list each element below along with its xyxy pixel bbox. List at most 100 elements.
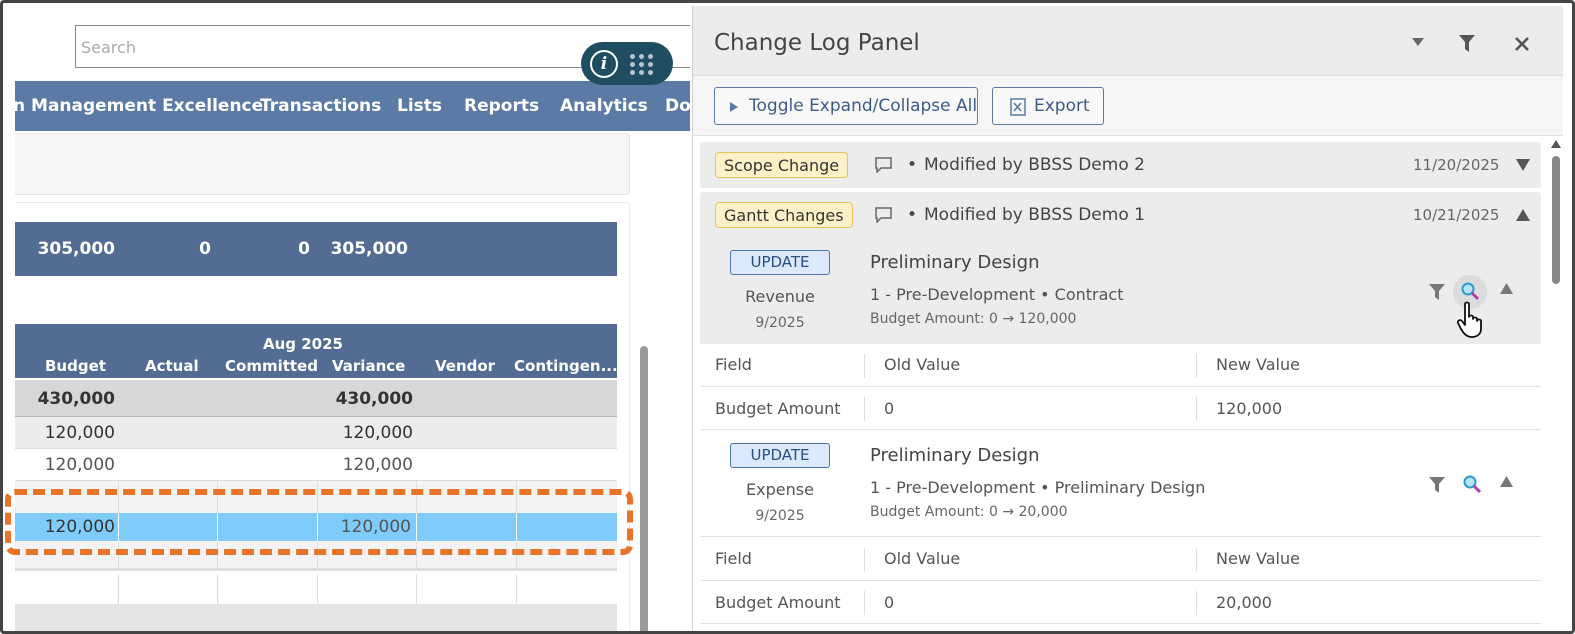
filter-icon[interactable] bbox=[1459, 35, 1475, 52]
highlight-annotation bbox=[5, 489, 633, 555]
nav-item-transactions[interactable]: Transactions bbox=[260, 96, 381, 116]
total-budget: 305,000 bbox=[37, 239, 115, 259]
detail-new-value: 120,000 bbox=[1216, 399, 1283, 418]
update-entry[interactable]: UPDATE Revenue 9/2025 Preliminary Design… bbox=[700, 238, 1541, 344]
collapse-up-icon[interactable] bbox=[1500, 476, 1513, 487]
update-type: Expense bbox=[746, 480, 814, 499]
grid-row-empty bbox=[15, 574, 617, 604]
panel-toolbar: Toggle Expand/Collapse All Export bbox=[693, 76, 1563, 136]
toggle-label: Toggle Expand/Collapse All bbox=[749, 96, 978, 116]
col-budget[interactable]: Budget bbox=[45, 357, 106, 375]
update-subtitle: 1 - Pre-Development • Preliminary Design bbox=[870, 478, 1206, 497]
info-icon[interactable]: i bbox=[590, 50, 618, 78]
tag-badge: Gantt Changes bbox=[715, 202, 853, 228]
detail-new-value: 20,000 bbox=[1216, 593, 1272, 612]
cell-variance: 120,000 bbox=[342, 455, 413, 475]
group-date: 11/20/2025 bbox=[1413, 156, 1500, 174]
nav-item-reports[interactable]: Reports bbox=[464, 96, 539, 116]
update-type: Revenue bbox=[745, 287, 815, 306]
update-period: 9/2025 bbox=[755, 315, 805, 331]
cell-variance: 120,000 bbox=[342, 423, 413, 443]
total-committed: 0 bbox=[298, 239, 310, 259]
detail-old-value: 0 bbox=[884, 593, 895, 612]
detail-field-header: Field bbox=[715, 549, 752, 568]
totals-bar: 305,000 0 0 305,000 bbox=[15, 222, 617, 276]
floating-toolbar: i bbox=[581, 42, 673, 85]
collapse-up-icon[interactable] bbox=[1516, 209, 1530, 221]
group-date: 10/21/2025 bbox=[1413, 206, 1500, 224]
play-icon bbox=[730, 102, 738, 112]
table-row[interactable]: 120,000 120,000 bbox=[15, 417, 617, 449]
detail-field: Budget Amount bbox=[715, 399, 841, 418]
detail-header-row: Field Old Value New Value bbox=[700, 344, 1541, 387]
top-nav: n Management Excellence Transactions Lis… bbox=[15, 81, 690, 131]
detail-row: Budget Amount 0 120,000 bbox=[700, 387, 1541, 430]
col-committed[interactable]: Committed bbox=[225, 357, 318, 375]
nav-item-analytics[interactable]: Analytics bbox=[560, 96, 648, 116]
nav-item-management-excellence[interactable]: n Management Excellence bbox=[15, 96, 263, 116]
magnify-icon[interactable] bbox=[1463, 475, 1482, 494]
export-button[interactable]: Export bbox=[992, 87, 1104, 125]
panel-title: Change Log Panel bbox=[714, 30, 920, 56]
grid-row-empty bbox=[15, 604, 617, 631]
nav-item-documents[interactable]: Doc bbox=[665, 96, 690, 116]
log-group-scope-change[interactable]: Scope Change • Modified by BBSS Demo 2 1… bbox=[700, 142, 1541, 188]
detail-old-header: Old Value bbox=[884, 355, 961, 374]
collapse-up-icon[interactable] bbox=[1500, 283, 1513, 294]
close-icon[interactable] bbox=[1515, 37, 1529, 51]
toggle-expand-collapse-button[interactable]: Toggle Expand/Collapse All bbox=[714, 87, 978, 125]
hand-cursor-icon bbox=[1456, 301, 1482, 338]
period-header: Aug 2025 bbox=[263, 335, 343, 353]
update-period: 9/2025 bbox=[755, 508, 805, 524]
cell-budget: 120,000 bbox=[44, 455, 115, 475]
chevron-down-icon[interactable] bbox=[1412, 38, 1424, 46]
filter-icon[interactable] bbox=[1429, 477, 1445, 493]
update-title: Preliminary Design bbox=[870, 252, 1040, 273]
comment-icon[interactable] bbox=[875, 157, 892, 173]
update-entry[interactable]: UPDATE Expense 9/2025 Preliminary Design… bbox=[700, 431, 1541, 537]
update-title: Preliminary Design bbox=[870, 445, 1040, 466]
total-actual: 0 bbox=[199, 239, 211, 259]
left-scrollbar[interactable] bbox=[640, 346, 648, 631]
panel-header: Change Log Panel bbox=[693, 6, 1563, 76]
screen-frame: Search n Management Excellence Transacti… bbox=[0, 0, 1575, 634]
nav-item-lists[interactable]: Lists bbox=[397, 96, 442, 116]
export-label: Export bbox=[1034, 96, 1090, 116]
table-header: Aug 2025 Budget Actual Committed Varianc… bbox=[15, 324, 618, 378]
panel-scrollbar[interactable] bbox=[1552, 156, 1560, 284]
detail-field: Budget Amount bbox=[715, 593, 841, 612]
comment-icon[interactable] bbox=[875, 207, 892, 223]
cell-budget: 430,000 bbox=[37, 389, 115, 409]
update-change-summary: Budget Amount: 0 → 20,000 bbox=[870, 504, 1068, 520]
tag-badge: Scope Change bbox=[715, 152, 849, 178]
col-vendor[interactable]: Vendor bbox=[435, 357, 495, 375]
log-group-gantt-changes[interactable]: Gantt Changes • Modified by BBSS Demo 1 … bbox=[700, 192, 1541, 238]
table-row[interactable]: 430,000 430,000 bbox=[15, 380, 617, 417]
filter-icon[interactable] bbox=[1429, 284, 1445, 300]
detail-header-row: Field Old Value New Value bbox=[700, 538, 1541, 581]
modified-by-text: Modified by BBSS Demo 1 bbox=[924, 205, 1145, 225]
col-contingency[interactable]: Contingen... bbox=[514, 357, 618, 375]
magnify-icon[interactable] bbox=[1461, 282, 1480, 301]
col-variance[interactable]: Variance bbox=[332, 357, 405, 375]
table-row[interactable]: 120,000 120,000 bbox=[15, 449, 617, 481]
scroll-up-arrow-icon[interactable] bbox=[1551, 140, 1561, 148]
cell-budget: 120,000 bbox=[44, 423, 115, 443]
col-actual[interactable]: Actual bbox=[145, 357, 199, 375]
detail-old-value: 0 bbox=[884, 399, 895, 418]
detail-field-header: Field bbox=[715, 355, 752, 374]
detail-old-header: Old Value bbox=[884, 549, 961, 568]
update-change-summary: Budget Amount: 0 → 120,000 bbox=[870, 311, 1077, 327]
total-variance: 305,000 bbox=[330, 239, 408, 259]
excel-icon bbox=[1010, 98, 1026, 116]
cell-variance: 430,000 bbox=[335, 389, 413, 409]
apps-grid-icon[interactable] bbox=[630, 54, 656, 76]
chevron-down-icon[interactable] bbox=[1516, 159, 1530, 171]
bullet: • bbox=[907, 155, 918, 175]
filter-area bbox=[15, 133, 630, 195]
change-log-list: Scope Change • Modified by BBSS Demo 2 1… bbox=[693, 138, 1549, 631]
change-log-panel: Change Log Panel Toggle Expand/Collapse … bbox=[692, 6, 1563, 631]
update-badge: UPDATE bbox=[730, 250, 830, 275]
detail-row: Budget Amount 0 20,000 bbox=[700, 581, 1541, 624]
detail-new-header: New Value bbox=[1216, 549, 1300, 568]
